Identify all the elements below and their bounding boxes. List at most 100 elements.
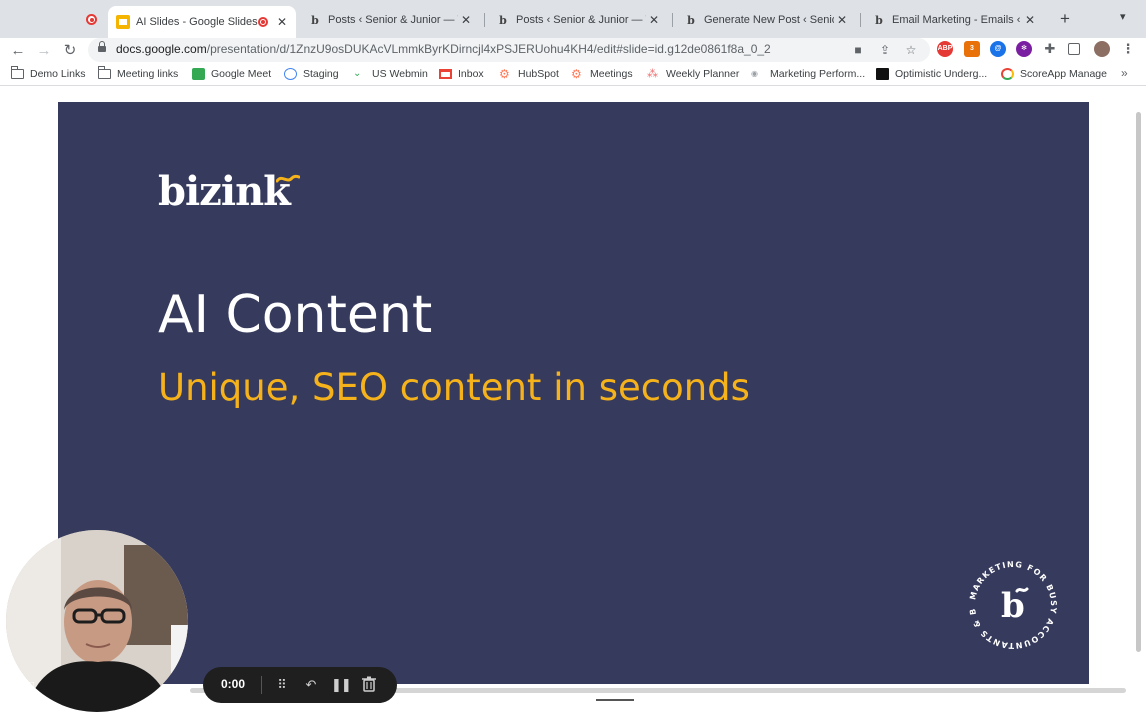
tab-search-chevron-icon[interactable]: ▾ [1120,10,1126,23]
forward-arrow-icon[interactable]: → [34,41,54,61]
tab-separator [860,13,861,27]
bookmark-label: Meetings [590,68,633,80]
reload-icon[interactable]: ↻ [60,41,80,61]
bizink-seal-logo: MARKETING FOR BUSY ACCOUNTANTS & BOOKKEE… [965,557,1060,652]
extension-icon[interactable]: 3 [964,41,980,57]
bizink-logo: bizink [158,168,291,215]
dot-icon: ◉ [751,69,758,78]
url-host: docs.google.com [116,42,207,56]
bookmark-label: Google Meet [211,68,272,80]
camera-icon[interactable]: ■ [850,42,866,58]
slide-title: AI Content [158,285,433,345]
bookmark-us-webmin[interactable]: ⌄ US Webmin [353,68,428,80]
url-path: /presentation/d/1ZnzU9osDUKAcVLmmkByrKDi… [206,42,771,56]
url-text[interactable]: docs.google.com/presentation/d/1ZnzU9osD… [116,42,771,56]
tab-email-marketing[interactable]: b Email Marketing - Emails ‹ Se ✕ [864,6,1044,34]
tab-title: Posts ‹ Senior & Junior — Wo [328,14,458,26]
share-icon[interactable]: ⇪ [877,42,893,58]
bizink-favicon-icon: b [311,13,319,27]
tab-separator [672,13,673,27]
tab-ai-slides[interactable]: AI Slides - Google Slides ✕ [108,6,296,38]
bookmark-scoreapp[interactable]: ScoreApp Manage [1001,68,1107,80]
delete-trash-icon[interactable] [360,676,378,694]
slide-subtitle: Unique, SEO content in seconds [158,366,750,409]
grid-view-icon[interactable] [22,682,34,694]
bookmarks-bar: Demo Links Meeting links Google Meet Sta… [0,64,1146,86]
resize-handle[interactable] [596,699,634,701]
bookmark-label: Inbox [458,68,484,80]
bookmark-label: Weekly Planner [666,68,740,80]
controls-divider [261,676,262,694]
bookmark-label: US Webmin [372,68,428,80]
bookmark-meeting-links[interactable]: Meeting links [98,66,179,80]
tab-title: Email Marketing - Emails ‹ Se [892,14,1022,26]
bizink-favicon-icon: b [875,13,883,27]
gmail-icon [439,69,452,79]
new-tab-button[interactable]: + [1056,10,1074,28]
bookmark-hubspot[interactable]: ⚙ HubSpot [499,68,559,80]
bookmark-meetings[interactable]: ⚙ Meetings [571,68,633,80]
close-tab-icon[interactable]: ✕ [646,13,662,27]
close-tab-icon[interactable]: ✕ [274,15,290,29]
asana-icon: ⁂ [647,68,658,80]
bookmark-staging[interactable]: Staging [284,68,339,80]
logo-wave-icon [276,174,300,183]
bookmarks-overflow-icon[interactable]: » [1121,66,1128,80]
tab-separator [484,13,485,27]
undo-restart-icon[interactable]: ↶ [302,676,320,694]
bizink-favicon-icon: b [687,13,695,27]
bookmark-label: HubSpot [518,68,559,80]
bizink-favicon-icon: b [499,13,507,27]
bookmark-label: ScoreApp Manage [1020,68,1107,80]
bookmark-label: Meeting links [117,68,179,80]
profile-avatar[interactable] [1094,41,1110,57]
tab-strip: AI Slides - Google Slides ✕ b Posts ‹ Se… [0,0,1146,38]
bookmark-inbox[interactable]: Inbox [439,68,484,80]
side-panel-icon[interactable] [1068,43,1080,55]
back-arrow-icon[interactable]: ← [8,41,28,61]
seal-letter: b [1001,586,1025,626]
webmin-icon: ⌄ [353,68,362,79]
book-icon [876,68,889,80]
recording-dot-icon [258,17,268,27]
folder-icon [11,66,24,79]
staging-icon [284,68,297,80]
adblock-extension-icon[interactable]: ABP [937,41,953,57]
bookmark-marketing-performance[interactable]: ◉ Marketing Perform... [751,68,865,80]
google-slides-icon [116,15,130,29]
extension-icon[interactable]: ✻ [1016,41,1032,57]
address-bar[interactable]: docs.google.com/presentation/d/1ZnzU9osD… [88,38,930,62]
tab-title: AI Slides - Google Slides [136,16,258,28]
bookmark-label: Optimistic Underg... [895,68,988,80]
browser-menu-icon[interactable]: ⋮ [1120,41,1136,57]
bookmark-google-meet[interactable]: Google Meet [192,68,271,80]
recording-timer: 0:00 [221,677,246,691]
lock-icon [98,41,106,53]
tab-posts-1[interactable]: b Posts ‹ Senior & Junior — Wo ✕ [300,6,480,34]
tab-posts-2[interactable]: b Posts ‹ Senior & Junior — Wo ✕ [488,6,668,34]
recording-controls: 0:00 ⠿ ↶ ❚❚ [203,667,397,703]
bookmark-demo-links[interactable]: Demo Links [11,66,86,80]
close-tab-icon[interactable]: ✕ [1022,13,1038,27]
extension-icon[interactable]: @ [990,41,1006,57]
tab-title: Posts ‹ Senior & Junior — Wo [516,14,646,26]
bookmark-label: Staging [303,68,339,80]
extensions-puzzle-icon[interactable]: ✚ [1042,41,1058,57]
recording-indicator-icon [86,14,97,25]
scoreapp-icon [1001,68,1014,80]
drag-handle-icon[interactable]: ⠿ [273,676,291,694]
vertical-scrollbar[interactable] [1136,112,1141,652]
tab-generate-post[interactable]: b Generate New Post ‹ Senior I ✕ [676,6,856,34]
meet-icon [192,68,205,80]
bookmark-optimistic-underground[interactable]: Optimistic Underg... [876,68,987,80]
bookmark-label: Marketing Perform... [770,68,866,80]
close-tab-icon[interactable]: ✕ [834,13,850,27]
bookmark-weekly-planner[interactable]: ⁂ Weekly Planner [647,68,739,80]
close-tab-icon[interactable]: ✕ [458,13,474,27]
slide: bizink AI Content Unique, SEO content in… [58,102,1089,684]
bookmark-star-icon[interactable]: ☆ [903,42,919,58]
hubspot-icon: ⚙ [499,67,510,81]
bookmark-label: Demo Links [30,68,86,80]
pause-icon[interactable]: ❚❚ [331,676,352,694]
hubspot-icon: ⚙ [571,67,582,81]
